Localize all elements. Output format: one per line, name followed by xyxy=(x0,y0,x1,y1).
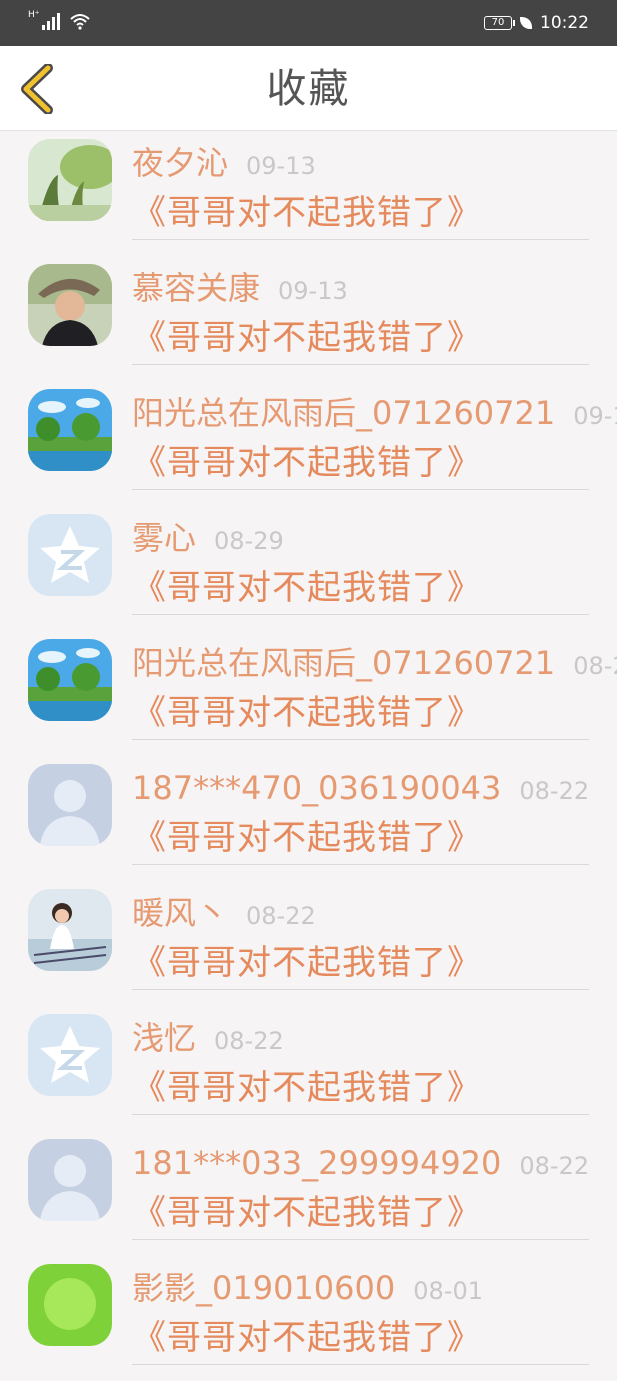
favorite-message: 《哥哥对不起我错了》 xyxy=(132,443,482,483)
wifi-icon xyxy=(69,14,90,30)
user-name: 慕容关康 xyxy=(132,269,261,307)
favorites-list: 夜夕沁 09-13 《哥哥对不起我错了》 慕容关康 09-13 《哥哥对不起我错… xyxy=(0,131,617,1381)
avatar[interactable] xyxy=(28,764,112,846)
divider xyxy=(132,864,589,865)
avatar[interactable] xyxy=(28,1139,112,1221)
battery-icon: 70 xyxy=(484,16,515,30)
date-label: 08-29 xyxy=(214,527,284,555)
name-row: 浅忆 08-22 xyxy=(132,1018,284,1061)
default-person-icon xyxy=(28,1139,112,1221)
nature-photo-icon xyxy=(28,139,112,221)
date-label: 08-22 xyxy=(519,1152,590,1180)
name-row: 阳光总在风雨后_071260721 09-13 xyxy=(132,393,617,436)
divider xyxy=(132,1114,589,1115)
name-row: 187***470_036190043 08-22 xyxy=(132,768,589,811)
avatar[interactable] xyxy=(28,139,112,221)
status-right: 70 10:22 xyxy=(484,12,589,34)
favorite-message: 《哥哥对不起我错了》 xyxy=(132,318,482,358)
favorite-message: 《哥哥对不起我错了》 xyxy=(132,1318,482,1358)
divider xyxy=(132,989,589,990)
clock-time: 10:22 xyxy=(540,13,589,33)
avatar[interactable] xyxy=(28,1264,112,1346)
name-row: 夜夕沁 09-13 xyxy=(132,143,316,186)
leaf-icon xyxy=(520,17,532,29)
favorite-message: 《哥哥对不起我错了》 xyxy=(132,568,482,608)
name-row: 暖风丶 08-22 xyxy=(132,893,316,936)
avatar[interactable] xyxy=(28,1014,112,1096)
date-label: 08-29 xyxy=(573,652,617,680)
favorite-message: 《哥哥对不起我错了》 xyxy=(132,1193,482,1233)
date-label: 08-01 xyxy=(413,1277,483,1305)
date-label: 08-22 xyxy=(246,902,316,930)
landscape-photo-icon xyxy=(28,639,112,721)
status-bar: H⁺ 70 10:22 xyxy=(0,0,617,46)
user-name: 夜夕沁 xyxy=(132,144,229,182)
divider xyxy=(132,364,589,365)
list-item[interactable]: 187***470_036190043 08-22 《哥哥对不起我错了》 xyxy=(0,756,617,881)
list-item[interactable]: 夜夕沁 09-13 《哥哥对不起我错了》 xyxy=(0,131,617,256)
list-item[interactable]: 雾心 08-29 《哥哥对不起我错了》 xyxy=(0,506,617,631)
avatar[interactable] xyxy=(28,389,112,471)
status-left: H⁺ xyxy=(28,10,90,30)
qzone-star-icon xyxy=(28,1014,112,1096)
network-type-label: H⁺ xyxy=(28,10,40,20)
green-photo-icon xyxy=(28,1264,112,1346)
favorite-message: 《哥哥对不起我错了》 xyxy=(132,943,482,983)
page-title: 收藏 xyxy=(266,66,351,112)
list-item[interactable]: 阳光总在风雨后_071260721 09-13 《哥哥对不起我错了》 xyxy=(0,381,617,506)
user-name: 暖风丶 xyxy=(132,894,229,932)
user-name: 阳光总在风雨后_071260721 xyxy=(132,394,556,432)
user-name: 187***470_036190043 xyxy=(132,769,502,807)
favorite-message: 《哥哥对不起我错了》 xyxy=(132,193,482,233)
list-item[interactable]: 影影_019010600 08-01 《哥哥对不起我错了》 xyxy=(0,1256,617,1381)
header: 收藏 xyxy=(0,46,617,131)
avatar[interactable] xyxy=(28,889,112,971)
date-label: 08-22 xyxy=(519,777,590,805)
qzone-star-icon xyxy=(28,514,112,596)
user-name: 浅忆 xyxy=(132,1019,197,1057)
divider xyxy=(132,614,589,615)
name-row: 影影_019010600 08-01 xyxy=(132,1268,483,1311)
name-row: 雾心 08-29 xyxy=(132,518,284,561)
favorite-message: 《哥哥对不起我错了》 xyxy=(132,1068,482,1108)
girl-photo-icon xyxy=(28,889,112,971)
divider xyxy=(132,1239,589,1240)
landscape-photo-icon xyxy=(28,389,112,471)
name-row: 慕容关康 09-13 xyxy=(132,268,348,311)
avatar[interactable] xyxy=(28,514,112,596)
name-row: 阳光总在风雨后_071260721 08-29 xyxy=(132,643,617,686)
person-photo-icon xyxy=(28,264,112,346)
divider xyxy=(132,489,589,490)
list-item[interactable]: 慕容关康 09-13 《哥哥对不起我错了》 xyxy=(0,256,617,381)
user-name: 阳光总在风雨后_071260721 xyxy=(132,644,556,682)
divider xyxy=(132,1364,589,1365)
date-label: 09-13 xyxy=(573,402,617,430)
list-item[interactable]: 181***033_299994920 08-22 《哥哥对不起我错了》 xyxy=(0,1131,617,1256)
name-row: 181***033_299994920 08-22 xyxy=(132,1143,589,1186)
avatar[interactable] xyxy=(28,639,112,721)
divider xyxy=(132,739,589,740)
default-person-icon xyxy=(28,764,112,846)
user-name: 影影_019010600 xyxy=(132,1269,396,1307)
date-label: 08-22 xyxy=(214,1027,284,1055)
signal-icon: H⁺ xyxy=(28,10,60,30)
favorite-message: 《哥哥对不起我错了》 xyxy=(132,693,482,733)
list-item[interactable]: 阳光总在风雨后_071260721 08-29 《哥哥对不起我错了》 xyxy=(0,631,617,756)
date-label: 09-13 xyxy=(246,152,316,180)
favorite-message: 《哥哥对不起我错了》 xyxy=(132,818,482,858)
user-name: 181***033_299994920 xyxy=(132,1144,502,1182)
battery-level: 70 xyxy=(491,17,505,28)
divider xyxy=(132,239,589,240)
avatar[interactable] xyxy=(28,264,112,346)
date-label: 09-13 xyxy=(278,277,348,305)
user-name: 雾心 xyxy=(132,519,197,557)
list-item[interactable]: 浅忆 08-22 《哥哥对不起我错了》 xyxy=(0,1006,617,1131)
list-item[interactable]: 暖风丶 08-22 《哥哥对不起我错了》 xyxy=(0,881,617,1006)
